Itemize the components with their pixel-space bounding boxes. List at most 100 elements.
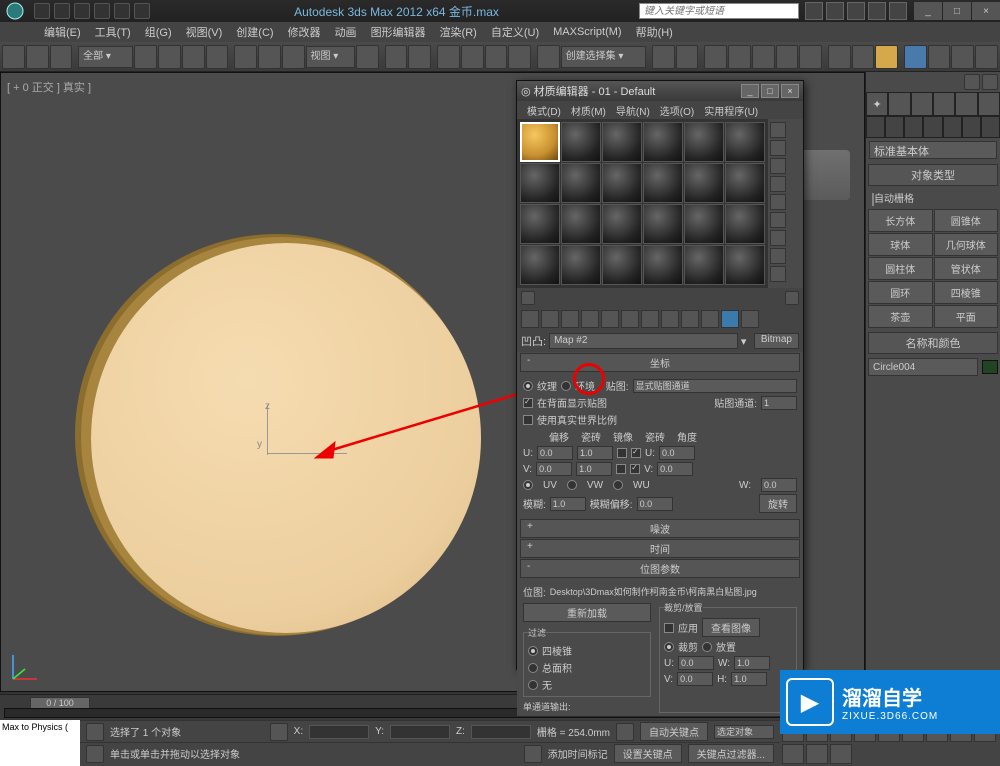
u-tile-checkbox[interactable] (631, 448, 641, 458)
mat-menu-options[interactable]: 选项(O) (656, 103, 698, 117)
crop-v-spinner[interactable]: 0.0 (677, 672, 713, 686)
crop-h-spinner[interactable]: 1.0 (731, 672, 767, 686)
w-angle-spinner[interactable]: 0.0 (761, 478, 797, 492)
menu-animation[interactable]: 动画 (329, 22, 363, 42)
favorite-icon[interactable] (868, 2, 886, 20)
view-image-button[interactable]: 查看图像 (702, 618, 760, 637)
align-icon[interactable] (676, 45, 699, 69)
named-sel-set[interactable]: 创建选择集 ▾ (561, 46, 647, 68)
v-angle-spinner[interactable]: 0.0 (657, 462, 693, 476)
mat-menu-navigation[interactable]: 导航(N) (612, 103, 654, 117)
crop-w-spinner[interactable]: 1.0 (734, 656, 770, 670)
menu-customize[interactable]: 自定义(U) (485, 22, 545, 42)
apply-checkbox[interactable] (664, 623, 674, 633)
cameras-subtab-icon[interactable] (923, 116, 942, 138)
v-mirror-checkbox[interactable] (616, 464, 626, 474)
video-color-icon[interactable] (770, 194, 786, 210)
render-production-icon[interactable] (875, 45, 898, 69)
mat-prev-icon[interactable] (521, 291, 535, 305)
object-name-input[interactable]: Circle004 (868, 358, 978, 376)
select-icon[interactable] (134, 45, 157, 69)
mat-slot-8[interactable] (561, 163, 601, 203)
map-type-button[interactable]: Bitmap (754, 333, 799, 349)
keyboard-shortcut-icon[interactable] (408, 45, 431, 69)
timetag-icon[interactable] (524, 745, 542, 763)
uv-radio[interactable] (523, 480, 533, 490)
spacewarps-subtab-icon[interactable] (962, 116, 981, 138)
graphite-icon[interactable] (728, 45, 751, 69)
mat-minimize-button[interactable]: _ (741, 84, 759, 98)
rollout-time[interactable]: +时间 (520, 539, 800, 558)
make-unique-icon[interactable] (621, 310, 639, 328)
background-icon[interactable] (770, 158, 786, 174)
menu-rendering[interactable]: 渲染(R) (434, 22, 483, 42)
rotate-button[interactable]: 旋转 (759, 494, 797, 513)
autokey-button[interactable]: 自动关键点 (640, 722, 708, 741)
summed-area-radio[interactable] (528, 663, 538, 673)
minimize-button[interactable]: _ (914, 2, 942, 20)
sample-type-icon[interactable] (770, 122, 786, 138)
fov-icon[interactable] (782, 744, 804, 764)
selection-filter[interactable]: 全部 ▾ (78, 46, 133, 68)
real-world-checkbox[interactable] (523, 415, 533, 425)
schematic-icon[interactable] (776, 45, 799, 69)
ref-coord-system[interactable]: 视图 ▾ (306, 46, 356, 68)
open-container-icon[interactable] (928, 45, 951, 69)
map-channel-spinner[interactable]: 1 (761, 396, 797, 410)
menu-maxscript[interactable]: MAXScript(M) (547, 24, 627, 40)
menu-create[interactable]: 创建(C) (230, 22, 279, 42)
qat-save-icon[interactable] (74, 3, 90, 19)
qat-redo-icon[interactable] (114, 3, 130, 19)
object-color-swatch[interactable] (982, 360, 998, 374)
window-crossing-icon[interactable] (206, 45, 229, 69)
mat-close-button[interactable]: × (781, 84, 799, 98)
mat-slot-13[interactable] (520, 204, 560, 244)
lock-selection-icon[interactable] (86, 723, 104, 741)
blur-offset-spinner[interactable]: 0.0 (637, 497, 673, 511)
mat-next-icon[interactable] (785, 291, 799, 305)
mat-slot-21[interactable] (602, 245, 642, 285)
backlight-icon[interactable] (770, 140, 786, 156)
crop-u-spinner[interactable]: 0.0 (678, 656, 714, 670)
map-name-field[interactable]: Map #2 (549, 333, 738, 349)
u-angle-spinner[interactable]: 0.0 (659, 446, 695, 460)
brush-icon[interactable] (982, 74, 998, 90)
sample-uv-icon[interactable] (770, 176, 786, 192)
snap-2d-icon[interactable] (437, 45, 460, 69)
close-button[interactable]: × (972, 2, 1000, 20)
u-mirror-checkbox[interactable] (617, 448, 627, 458)
sphere-button[interactable]: 球体 (868, 233, 933, 256)
edit-named-sel-icon[interactable] (537, 45, 560, 69)
rollout-coordinates[interactable]: -坐标 (520, 353, 800, 372)
environ-radio[interactable] (561, 381, 571, 391)
lights-subtab-icon[interactable] (904, 116, 923, 138)
get-material-icon[interactable] (521, 310, 539, 328)
isolate-icon[interactable] (270, 723, 288, 741)
pyramid-button[interactable]: 四棱锥 (934, 281, 999, 304)
mirror-icon[interactable] (652, 45, 675, 69)
rollout-bitmap-params[interactable]: -位图参数 (520, 559, 800, 578)
display-tab-icon[interactable] (955, 92, 977, 116)
maximize-viewport-icon[interactable] (830, 744, 852, 764)
make-preview-icon[interactable] (770, 212, 786, 228)
unlink-icon[interactable] (26, 45, 49, 69)
menu-modifiers[interactable]: 修改器 (282, 22, 327, 42)
viewcube-icon[interactable] (800, 150, 850, 200)
qat-open-icon[interactable] (54, 3, 70, 19)
qat-more-icon[interactable] (134, 3, 150, 19)
wu-radio[interactable] (613, 480, 623, 490)
make-copy-icon[interactable] (601, 310, 619, 328)
render-frame-icon[interactable] (852, 45, 875, 69)
mat-slot-15[interactable] (602, 204, 642, 244)
rollout-noise[interactable]: +噪波 (520, 519, 800, 538)
mat-menu-modes[interactable]: 模式(D) (523, 103, 565, 117)
key-mode-icon[interactable] (616, 723, 634, 741)
pyramidal-radio[interactable] (528, 646, 538, 656)
x-coord-input[interactable] (309, 725, 369, 739)
maximize-button[interactable]: □ (943, 2, 971, 20)
u-tiling-spinner[interactable]: 1.0 (577, 446, 613, 460)
menu-group[interactable]: 组(G) (139, 22, 178, 42)
helpers-subtab-icon[interactable] (943, 116, 962, 138)
torus-button[interactable]: 圆环 (868, 281, 933, 304)
exchange-icon[interactable] (847, 2, 865, 20)
